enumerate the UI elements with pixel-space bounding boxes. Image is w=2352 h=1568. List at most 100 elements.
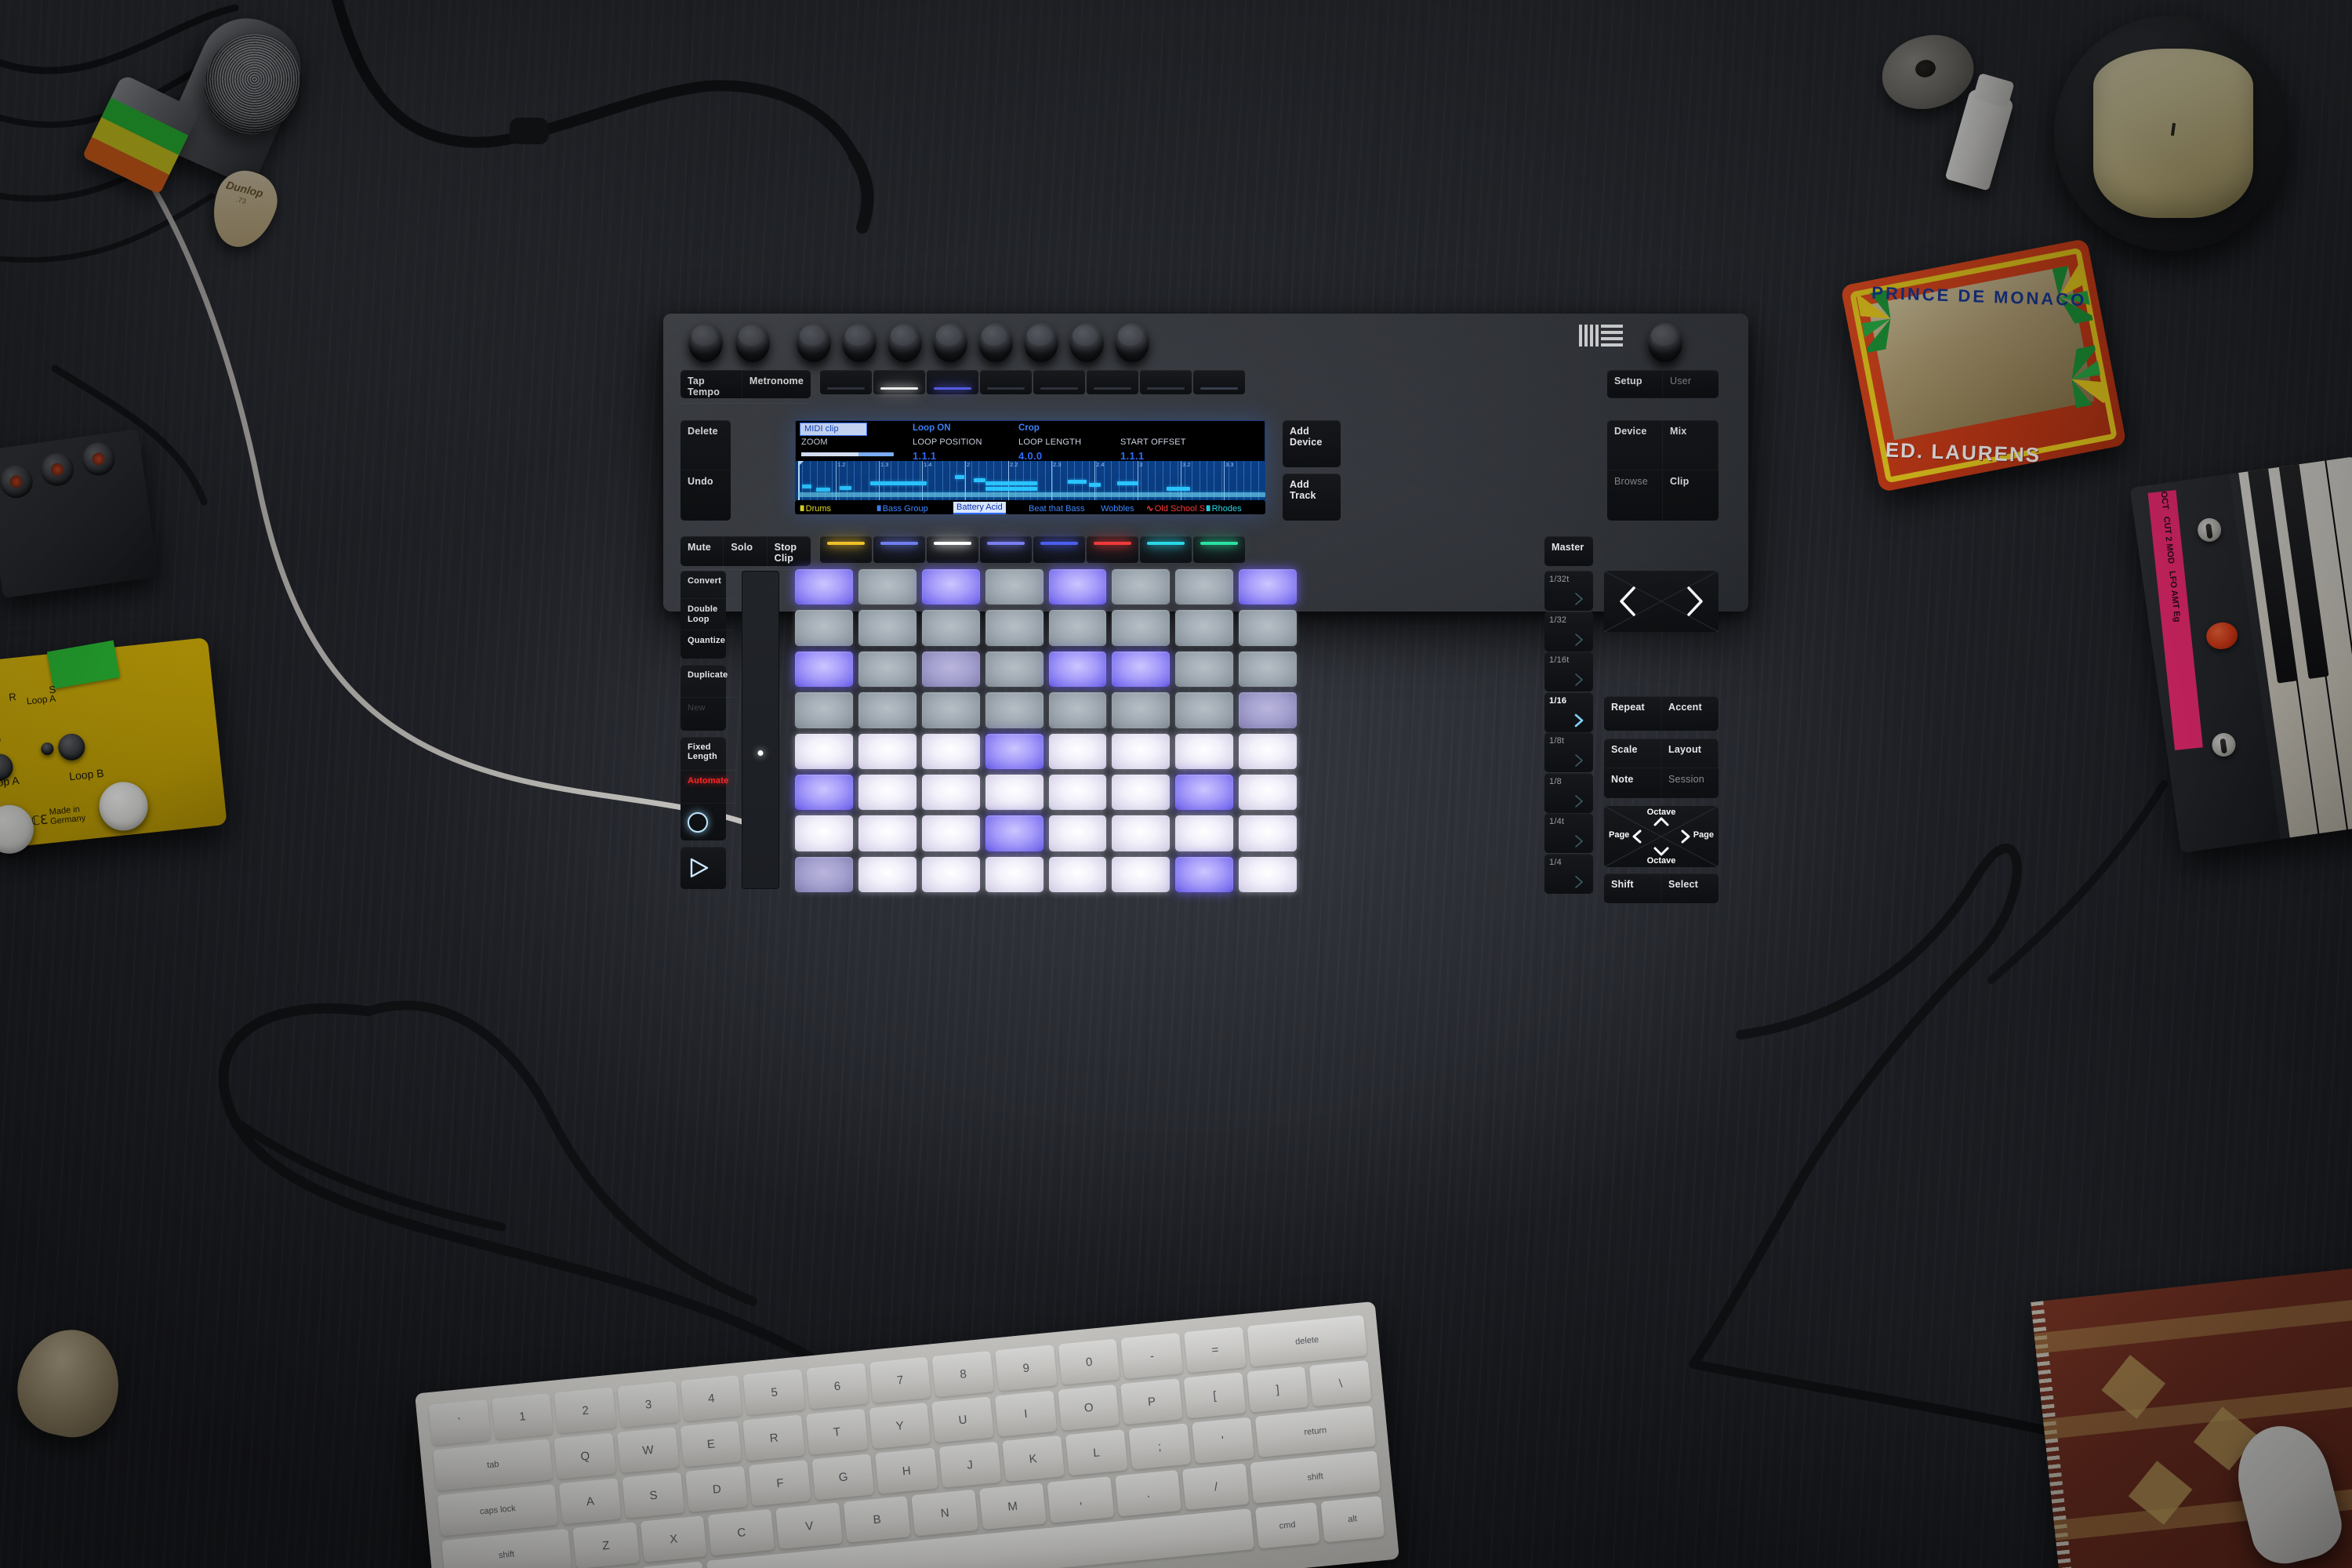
keyboard-key[interactable]: ` [428, 1399, 491, 1446]
mix-button[interactable]: Mix [1663, 420, 1719, 470]
keyboard-key[interactable]: return [1254, 1405, 1377, 1457]
pad-r5-c3[interactable] [921, 733, 980, 769]
top-led-button-1[interactable] [820, 370, 872, 394]
display-track-names[interactable]: III Drums III Bass Group Battery Acid Beat th… [795, 502, 1265, 514]
quantize-button-1-16[interactable]: 1/16 [1544, 691, 1593, 732]
keyboard-key[interactable]: . [1114, 1469, 1182, 1517]
keyboard-key[interactable]: T [805, 1408, 869, 1455]
pad-r6-c8[interactable] [1239, 774, 1297, 811]
display-track-3[interactable]: Battery Acid [953, 502, 1006, 514]
knob-8[interactable] [1024, 323, 1058, 362]
undo-button[interactable]: Undo [681, 470, 731, 521]
keyboard-key[interactable]: shift [441, 1528, 572, 1568]
keyboard-key[interactable]: E [680, 1421, 742, 1468]
duplicate-button[interactable]: Duplicate [681, 665, 735, 698]
pad-r2-c3[interactable] [921, 610, 980, 646]
keyboard-key[interactable]: X [640, 1515, 708, 1563]
keyboard-key[interactable]: cmd [1255, 1502, 1320, 1549]
add-device-button[interactable]: Add Device [1283, 420, 1341, 467]
quantize-button[interactable]: Quantize [681, 630, 732, 659]
keyboard-key[interactable]: 6 [806, 1363, 869, 1410]
pad-r3-c3[interactable] [921, 651, 980, 688]
keyboard-key[interactable]: \ [1309, 1360, 1372, 1406]
knob-7[interactable] [978, 323, 1013, 362]
new-button[interactable]: New [681, 698, 735, 731]
pad-r5-c2[interactable] [858, 733, 916, 769]
keyboard-key[interactable]: 4 [680, 1375, 742, 1421]
keyboard-key[interactable]: 7 [869, 1356, 931, 1403]
pad-r4-c3[interactable] [921, 692, 980, 728]
pad-r1-c1[interactable] [795, 569, 853, 605]
pad-r5-c8[interactable] [1239, 733, 1297, 769]
knob-5[interactable] [887, 323, 922, 362]
pad-r1-c2[interactable] [858, 569, 916, 605]
clip-nav-arrows[interactable] [1604, 571, 1719, 632]
metronome-button[interactable]: Metronome [742, 370, 811, 404]
pad-r2-c5[interactable] [1048, 610, 1107, 646]
device-button[interactable]: Device [1607, 420, 1663, 470]
pad-r5-c5[interactable] [1048, 733, 1107, 769]
pad-r5-c7[interactable] [1175, 733, 1234, 769]
keyboard-key[interactable]: [ [1183, 1372, 1246, 1419]
keyboard-key[interactable]: 2 [554, 1387, 617, 1434]
keyboard-key[interactable]: shift [1250, 1450, 1381, 1504]
fixed-length-group[interactable]: Fixed Length Automate [681, 737, 736, 840]
track-select-button-3[interactable] [927, 536, 978, 563]
pad-r6-c3[interactable] [921, 774, 980, 811]
top-led-button-2[interactable] [873, 370, 925, 394]
convert-group[interactable]: Convert Double Loop Quantize [681, 571, 733, 659]
quantize-button-1-4[interactable]: 1/4 [1544, 853, 1593, 894]
tap-tempo-button[interactable]: Tap Tempo [681, 370, 742, 404]
pad-r3-c7[interactable] [1175, 651, 1234, 688]
keyboard-key[interactable]: 1 [491, 1393, 554, 1440]
track-select-button-6[interactable] [1087, 536, 1138, 563]
keyboard-key[interactable]: ' [1191, 1417, 1254, 1464]
session-button[interactable]: Session [1661, 768, 1719, 798]
keyboard-key[interactable]: W [616, 1427, 680, 1473]
double-loop-button[interactable]: Double Loop [681, 599, 733, 630]
keyboard-key[interactable]: 3 [617, 1381, 680, 1428]
repeat-accent-group[interactable]: Repeat Accent [1604, 696, 1719, 731]
knob-6[interactable] [933, 323, 967, 362]
fixed-length-button[interactable]: Fixed Length [681, 737, 736, 771]
knob-master[interactable] [1648, 323, 1682, 362]
pad-r4-c2[interactable] [858, 692, 916, 728]
pad-r6-c1[interactable] [795, 774, 853, 811]
pad-r4-c5[interactable] [1048, 692, 1107, 728]
keyboard-key[interactable]: tab [433, 1439, 554, 1491]
pad-r8-c3[interactable] [921, 856, 980, 892]
scale-layout-group[interactable]: Scale Layout Note Session [1604, 739, 1719, 798]
keyboard-key[interactable]: H [875, 1447, 938, 1494]
pad-r2-c8[interactable] [1239, 610, 1297, 646]
top-led-button-8[interactable] [1193, 370, 1245, 394]
pad-r7-c5[interactable] [1048, 815, 1107, 851]
mode-button-group[interactable]: Device Mix Browse Clip [1607, 420, 1719, 521]
convert-button[interactable]: Convert [681, 571, 733, 600]
display-track-7[interactable]: III Rhodes [1206, 504, 1242, 514]
pad-r8-c6[interactable] [1112, 856, 1171, 892]
duplicate-group[interactable]: Duplicate New [681, 665, 735, 731]
pad-r3-c1[interactable] [795, 651, 853, 688]
setup-user-group[interactable]: Setup User [1607, 370, 1719, 398]
keyboard-key[interactable]: I [994, 1390, 1058, 1437]
clip-button[interactable]: Clip [1663, 470, 1719, 521]
pad-r2-c2[interactable] [858, 610, 916, 646]
ableton-push-controller[interactable]: Tap Tempo Metronome Setup User Delete Un… [663, 314, 1748, 903]
keyboard-key[interactable]: R [742, 1414, 805, 1461]
pedal-footswitch-b[interactable] [96, 779, 151, 833]
display-track-4[interactable]: Beat that Bass [1029, 504, 1085, 514]
quantize-button-1-8[interactable]: 1/8 [1544, 772, 1593, 813]
top-led-button-7[interactable] [1140, 370, 1192, 394]
keyboard-key[interactable]: L [1065, 1429, 1128, 1476]
edit-button-group[interactable]: Delete Undo [681, 420, 731, 521]
top-led-button-3[interactable] [927, 370, 978, 394]
track-state-group[interactable]: Mute Solo Stop Clip [681, 536, 811, 570]
keyboard-key[interactable]: ; [1128, 1423, 1191, 1470]
pad-r3-c6[interactable] [1112, 651, 1171, 688]
pad-r7-c1[interactable] [795, 815, 853, 851]
pad-r7-c2[interactable] [858, 815, 916, 851]
knob-1[interactable] [688, 323, 723, 362]
keyboard-key[interactable]: J [938, 1441, 1001, 1488]
keyboard-key[interactable]: O [1058, 1384, 1120, 1431]
pad-r7-c8[interactable] [1239, 815, 1297, 851]
